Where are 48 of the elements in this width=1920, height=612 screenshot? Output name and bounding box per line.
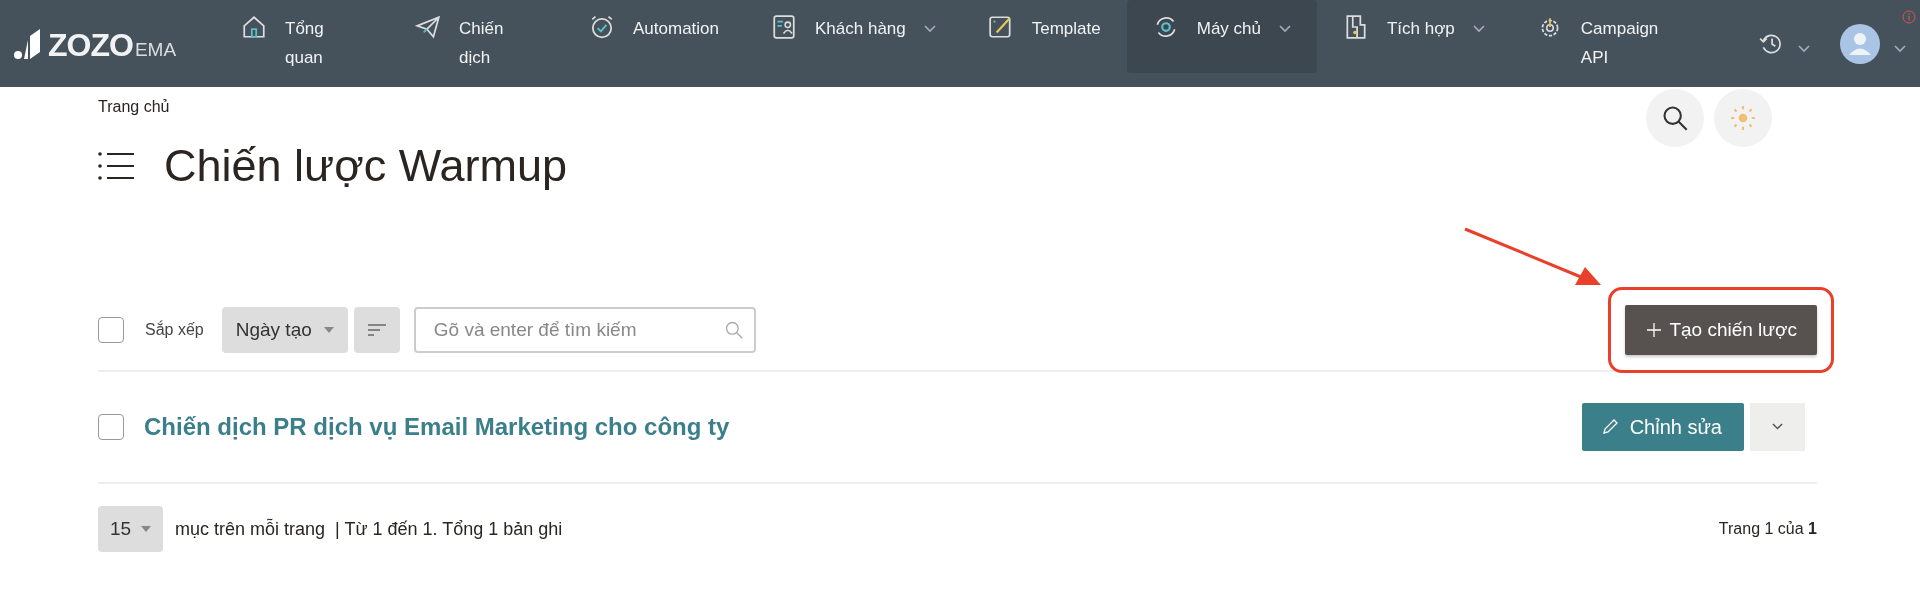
- user-menu-button[interactable]: [1840, 23, 1906, 64]
- nav-item[interactable]: Template: [961, 0, 1127, 73]
- nav-item[interactable]: Máy chủ: [1126, 0, 1317, 73]
- paper-plane-icon: [415, 14, 441, 40]
- page-indicator: Trang 1 của 1: [1718, 520, 1817, 538]
- avatar-icon: [1840, 23, 1880, 64]
- nav-item[interactable]: Campaign API: [1510, 0, 1685, 73]
- info-icon: [1902, 10, 1916, 24]
- sun-icon: [1730, 105, 1756, 131]
- plug-icon: [1343, 14, 1369, 40]
- page-size-select[interactable]: 15: [98, 506, 163, 552]
- sort-order-button[interactable]: [353, 307, 400, 353]
- breadcrumb[interactable]: Trang chủ: [98, 98, 568, 116]
- pencil-icon: [1601, 419, 1618, 435]
- home-icon: [241, 14, 267, 40]
- search-field[interactable]: Gõ và enter để tìm kiếm: [413, 307, 756, 353]
- chevron-down-icon: [923, 25, 936, 33]
- edit-icon: [987, 14, 1014, 40]
- strategy-link[interactable]: Chiến dịch PR dịch vụ Email Marketing cho công ty: [144, 413, 730, 441]
- alarm-clock-icon: [589, 14, 615, 40]
- nav-item[interactable]: Tích hợp: [1317, 0, 1511, 73]
- chevron-down-icon: [1279, 25, 1291, 33]
- dropdown-triangle-icon: [323, 327, 334, 333]
- sort-label: Sắp xếp: [145, 321, 204, 339]
- page-title: Chiến lược Warmup: [164, 140, 568, 192]
- list-icon: [98, 151, 134, 181]
- brand-suffix: EMA: [134, 39, 177, 60]
- plus-icon: [1647, 323, 1662, 337]
- chevron-down-icon: [1472, 25, 1485, 33]
- sort-lines-icon: [366, 323, 387, 337]
- contact-card-icon: [771, 14, 797, 40]
- sort-field-select[interactable]: Ngày tạo: [221, 307, 348, 353]
- pagination-summary: mục trên mỗi trang | Từ 1 đến 1. Tổng 1 bản ghi: [175, 518, 563, 540]
- select-all-checkbox[interactable]: [98, 317, 124, 343]
- row-checkbox[interactable]: [98, 414, 124, 440]
- nav-item[interactable]: Khách hàng: [745, 0, 962, 73]
- search-icon: [1661, 104, 1689, 132]
- chevron-down-icon: [1894, 45, 1906, 53]
- nav-item[interactable]: Tổng quan: [215, 0, 389, 73]
- brand-name: ZOZO: [48, 29, 133, 60]
- edit-button[interactable]: Chỉnh sửa: [1581, 403, 1744, 451]
- search-icon: [723, 320, 744, 340]
- chevron-down-icon: [1798, 45, 1810, 53]
- create-strategy-button[interactable]: Tạo chiến lược: [1625, 305, 1817, 355]
- nav-item[interactable]: Automation: [563, 0, 745, 73]
- nav-item[interactable]: Chiến dịch: [389, 0, 563, 73]
- chevron-down-icon: [1772, 423, 1783, 431]
- dropdown-triangle-icon: [141, 526, 152, 532]
